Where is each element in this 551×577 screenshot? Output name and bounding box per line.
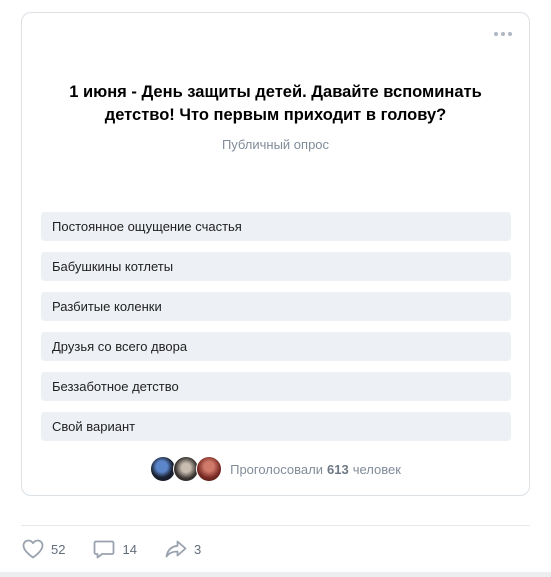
more-options-button[interactable] <box>493 27 513 41</box>
comment-count: 14 <box>122 541 137 557</box>
poll-option-label: Бабушкины котлеты <box>52 259 174 274</box>
poll-option-label: Постоянное ощущение счастья <box>52 219 242 234</box>
share-count: 3 <box>193 541 202 557</box>
voters-prefix: Проголосовали <box>230 461 323 477</box>
poll-card: 1 июня - День защиты детей. Давайте вспо… <box>21 12 530 496</box>
poll-option[interactable]: Беззаботное детство <box>41 372 511 401</box>
comment-icon <box>94 540 115 559</box>
more-horizontal-icon <box>494 32 512 36</box>
feed-gap <box>0 572 551 577</box>
poll-option[interactable]: Бабушкины котлеты <box>41 252 511 281</box>
share-icon <box>165 540 187 558</box>
poll-option-label: Друзья со всего двора <box>52 339 188 354</box>
like-count: 52 <box>51 541 66 557</box>
voters-summary[interactable]: Проголосовали 613 человек <box>22 456 529 482</box>
divider <box>21 525 530 526</box>
poll-option[interactable]: Разбитые коленки <box>41 292 511 321</box>
poll-option-label: Разбитые коленки <box>52 299 162 314</box>
poll-option-label: Беззаботное детство <box>52 379 179 394</box>
voter-avatars <box>150 456 223 482</box>
poll-option[interactable]: Друзья со всего двора <box>41 332 511 361</box>
comment-button[interactable]: 14 <box>92 537 137 561</box>
poll-option[interactable]: Постоянное ощущение счастья <box>41 212 511 241</box>
poll-option[interactable]: Свой вариант <box>41 412 511 441</box>
avatar <box>196 456 223 482</box>
like-button[interactable]: 52 <box>21 537 65 561</box>
share-button[interactable]: 3 <box>164 537 201 561</box>
poll-type-label: Публичный опрос <box>221 137 330 152</box>
poll-title: 1 июня - День защиты детей. Давайте вспо… <box>69 83 482 124</box>
voters-suffix: человек <box>352 461 401 477</box>
voters-count: 613 <box>326 461 349 477</box>
poll-option-label: Свой вариант <box>52 419 136 434</box>
poll-options: Постоянное ощущение счастья Бабушкины ко… <box>41 212 511 452</box>
post-actions: 52 14 3 <box>21 537 228 561</box>
heart-icon <box>22 539 44 559</box>
post: 1 июня - День защиты детей. Давайте вспо… <box>0 0 551 577</box>
